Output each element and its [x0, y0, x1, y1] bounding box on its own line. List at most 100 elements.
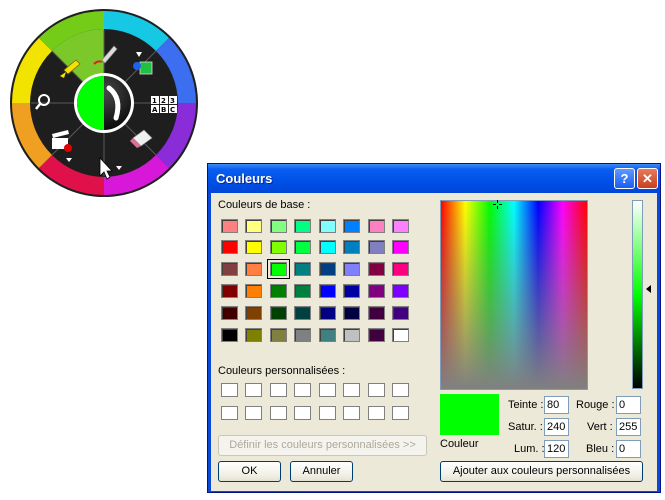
title-bar[interactable]: Couleurs ? ✕ — [208, 164, 660, 193]
basic-color-swatch[interactable] — [245, 240, 262, 254]
basic-color-swatch[interactable] — [368, 219, 385, 233]
basic-color-swatch[interactable] — [245, 306, 262, 320]
basic-color-swatch[interactable] — [368, 240, 385, 254]
basic-color-swatch[interactable] — [368, 328, 385, 342]
basic-color-swatch[interactable] — [343, 262, 360, 276]
green-label: Vert : — [587, 421, 613, 433]
blue-label: Bleu : — [586, 443, 615, 455]
basic-color-swatch[interactable] — [221, 240, 238, 254]
custom-color-swatch[interactable] — [368, 383, 385, 397]
basic-color-swatch[interactable] — [343, 284, 360, 298]
custom-color-swatch[interactable] — [221, 383, 238, 397]
add-to-custom-colors-button[interactable]: Ajouter aux couleurs personnalisées — [440, 461, 643, 482]
basic-color-swatch[interactable] — [368, 306, 385, 320]
help-button[interactable]: ? — [614, 168, 635, 189]
saturation-field[interactable] — [544, 418, 569, 436]
hue-field[interactable] — [544, 396, 569, 414]
custom-color-swatch[interactable] — [221, 406, 238, 420]
basic-color-swatch[interactable] — [294, 284, 311, 298]
basic-color-swatch[interactable] — [221, 328, 238, 342]
red-label: Rouge : — [576, 399, 615, 411]
svg-text:A: A — [152, 106, 158, 114]
custom-color-swatch[interactable] — [270, 383, 287, 397]
blue-field[interactable] — [616, 440, 641, 458]
red-field[interactable] — [616, 396, 641, 414]
color-preview — [440, 394, 499, 435]
basic-color-swatch[interactable] — [270, 306, 287, 320]
text-abc-icon: 1 2 3 A B C — [151, 96, 177, 114]
basic-color-swatch[interactable] — [319, 262, 336, 276]
define-custom-colors-button[interactable]: Définir les couleurs personnalisées >> — [218, 435, 427, 456]
color-dialog: Couleurs ? ✕ Couleurs de base : Couleurs… — [207, 163, 661, 493]
svg-text:3: 3 — [170, 97, 175, 105]
basic-color-swatch[interactable] — [343, 219, 360, 233]
basic-color-swatch[interactable] — [392, 284, 409, 298]
luminosity-field[interactable] — [544, 440, 569, 458]
basic-color-swatch[interactable] — [319, 240, 336, 254]
ok-button[interactable]: OK — [218, 461, 281, 482]
basic-color-swatch[interactable] — [294, 306, 311, 320]
dialog-title: Couleurs — [216, 171, 273, 186]
basic-color-swatch[interactable] — [270, 219, 287, 233]
green-field[interactable] — [616, 418, 641, 436]
luminance-slider[interactable] — [632, 200, 643, 389]
basic-color-swatch[interactable] — [368, 284, 385, 298]
basic-color-swatch[interactable] — [294, 262, 311, 276]
basic-color-swatch[interactable] — [343, 240, 360, 254]
svg-text:2: 2 — [161, 97, 166, 105]
basic-color-swatch[interactable] — [319, 328, 336, 342]
basic-color-swatch[interactable] — [270, 240, 287, 254]
custom-color-swatch[interactable] — [319, 406, 336, 420]
basic-color-swatch[interactable] — [270, 328, 287, 342]
custom-color-swatch[interactable] — [368, 406, 385, 420]
basic-color-swatch[interactable] — [294, 219, 311, 233]
basic-color-swatch[interactable] — [392, 219, 409, 233]
basic-color-swatch[interactable] — [245, 284, 262, 298]
basic-color-swatch[interactable] — [392, 306, 409, 320]
basic-color-swatch[interactable] — [221, 284, 238, 298]
basic-color-swatch[interactable] — [319, 219, 336, 233]
color-hub[interactable] — [74, 73, 134, 133]
dialog-body: Couleurs de base : Couleurs personnalisé… — [211, 193, 657, 491]
basic-color-swatch[interactable] — [245, 219, 262, 233]
basic-color-swatch[interactable] — [294, 240, 311, 254]
basic-color-swatch[interactable] — [270, 284, 287, 298]
custom-colors-label: Couleurs personnalisées : — [218, 365, 346, 377]
basic-color-swatch[interactable] — [343, 306, 360, 320]
custom-color-swatch[interactable] — [343, 383, 360, 397]
basic-color-swatch[interactable] — [319, 284, 336, 298]
custom-color-swatch[interactable] — [319, 383, 336, 397]
custom-color-swatch[interactable] — [392, 383, 409, 397]
basic-color-swatch[interactable] — [368, 262, 385, 276]
basic-colors-label: Couleurs de base : — [218, 199, 311, 211]
color-spectrum[interactable] — [440, 200, 588, 390]
luminance-arrow-icon[interactable] — [646, 285, 651, 293]
custom-color-swatch[interactable] — [343, 406, 360, 420]
basic-color-swatch[interactable] — [267, 259, 290, 279]
basic-color-swatch[interactable] — [392, 240, 409, 254]
radial-tool-menu: 1 2 3 A B C — [10, 9, 198, 197]
custom-color-swatch[interactable] — [294, 383, 311, 397]
basic-color-swatch[interactable] — [221, 219, 238, 233]
basic-color-swatch[interactable] — [392, 328, 409, 342]
custom-color-swatch[interactable] — [294, 406, 311, 420]
custom-color-swatch[interactable] — [245, 406, 262, 420]
cancel-button[interactable]: Annuler — [290, 461, 353, 482]
svg-text:B: B — [161, 106, 166, 114]
svg-text:1: 1 — [152, 97, 157, 105]
custom-color-swatch[interactable] — [270, 406, 287, 420]
basic-color-swatch[interactable] — [294, 328, 311, 342]
close-button[interactable]: ✕ — [637, 168, 658, 189]
basic-color-swatch[interactable] — [319, 306, 336, 320]
color-caption: Couleur — [440, 438, 479, 450]
basic-color-swatch[interactable] — [343, 328, 360, 342]
basic-color-swatch[interactable] — [221, 262, 238, 276]
basic-color-swatch[interactable] — [245, 328, 262, 342]
custom-color-swatch[interactable] — [245, 383, 262, 397]
custom-color-swatch[interactable] — [392, 406, 409, 420]
hue-label: Teinte : — [508, 399, 544, 411]
basic-color-swatch[interactable] — [245, 262, 262, 276]
saturation-label: Satur. : — [508, 421, 543, 433]
basic-color-swatch[interactable] — [392, 262, 409, 276]
basic-color-swatch[interactable] — [221, 306, 238, 320]
